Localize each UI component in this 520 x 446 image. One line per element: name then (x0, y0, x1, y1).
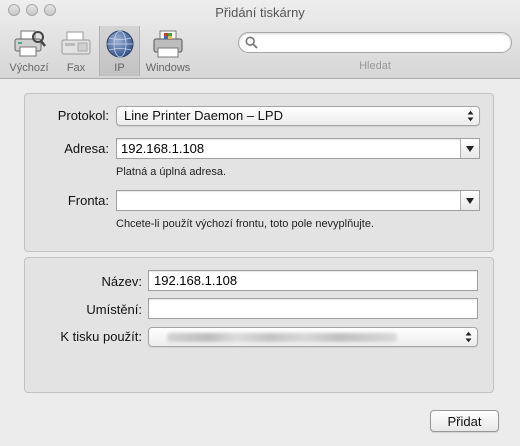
location-input[interactable] (148, 298, 478, 319)
search-icon (245, 36, 258, 49)
add-button[interactable]: Přidat (430, 410, 499, 432)
address-label: Adresa: (64, 141, 109, 156)
address-dropdown-button[interactable] (460, 139, 479, 158)
protocol-value: Line Printer Daemon – LPD (124, 108, 283, 123)
chevron-down-icon (466, 146, 474, 152)
protocol-popup[interactable]: Line Printer Daemon – LPD (116, 106, 480, 126)
queue-hint: Chcete-li použít výchozí frontu, toto po… (116, 218, 375, 230)
toolbar-item-ip[interactable]: IP (99, 26, 140, 76)
queue-dropdown-button[interactable] (460, 191, 479, 210)
driver-value (167, 333, 397, 342)
connection-group: Protokol: Line Printer Daemon – LPD Adre… (24, 93, 494, 252)
toolbar-item-label: IP (114, 62, 125, 74)
name-input[interactable] (148, 270, 478, 291)
toolbar-item-label: Windows (145, 62, 191, 74)
chevron-down-icon (466, 198, 474, 204)
address-input[interactable] (117, 139, 459, 158)
use-label: K tisku použít: (60, 329, 142, 344)
toolbar-item-windows[interactable]: Windows (142, 26, 194, 76)
fax-icon (61, 31, 91, 55)
location-label: Umístění: (86, 302, 142, 317)
default-printer-icon (14, 30, 46, 57)
network-globe-icon (106, 30, 133, 58)
queue-label: Fronta: (67, 193, 109, 208)
queue-input[interactable] (117, 191, 459, 210)
add-printer-window: Přidání tiskárny Výchozí Fax IP Windows … (0, 0, 520, 446)
search-input[interactable] (238, 32, 512, 53)
toolbar-item-label: Fax (66, 62, 86, 74)
window-title: Přidání tiskárny (215, 5, 305, 20)
driver-popup[interactable] (148, 327, 478, 347)
toolbar-item-fax[interactable]: Fax (58, 26, 94, 76)
updown-arrows-icon (465, 331, 472, 343)
address-combobox (116, 138, 480, 159)
toolbar: Přidání tiskárny Výchozí Fax IP Windows … (0, 0, 520, 79)
toolbar-item-label: Výchozí (9, 62, 49, 74)
queue-combobox (116, 190, 480, 211)
toolbar-item-default[interactable]: Výchozí (6, 26, 52, 76)
name-label: Název: (101, 274, 142, 289)
windows-printer-icon (153, 30, 183, 58)
printer-details-group: Název: Umístění: K tisku použít: (24, 257, 494, 393)
search-label: Hledat (359, 60, 391, 72)
updown-arrows-icon (467, 110, 474, 122)
search-field: Hledat (238, 32, 512, 72)
address-hint: Platná a úplná adresa. (116, 166, 227, 178)
protocol-label: Protokol: (57, 108, 109, 123)
